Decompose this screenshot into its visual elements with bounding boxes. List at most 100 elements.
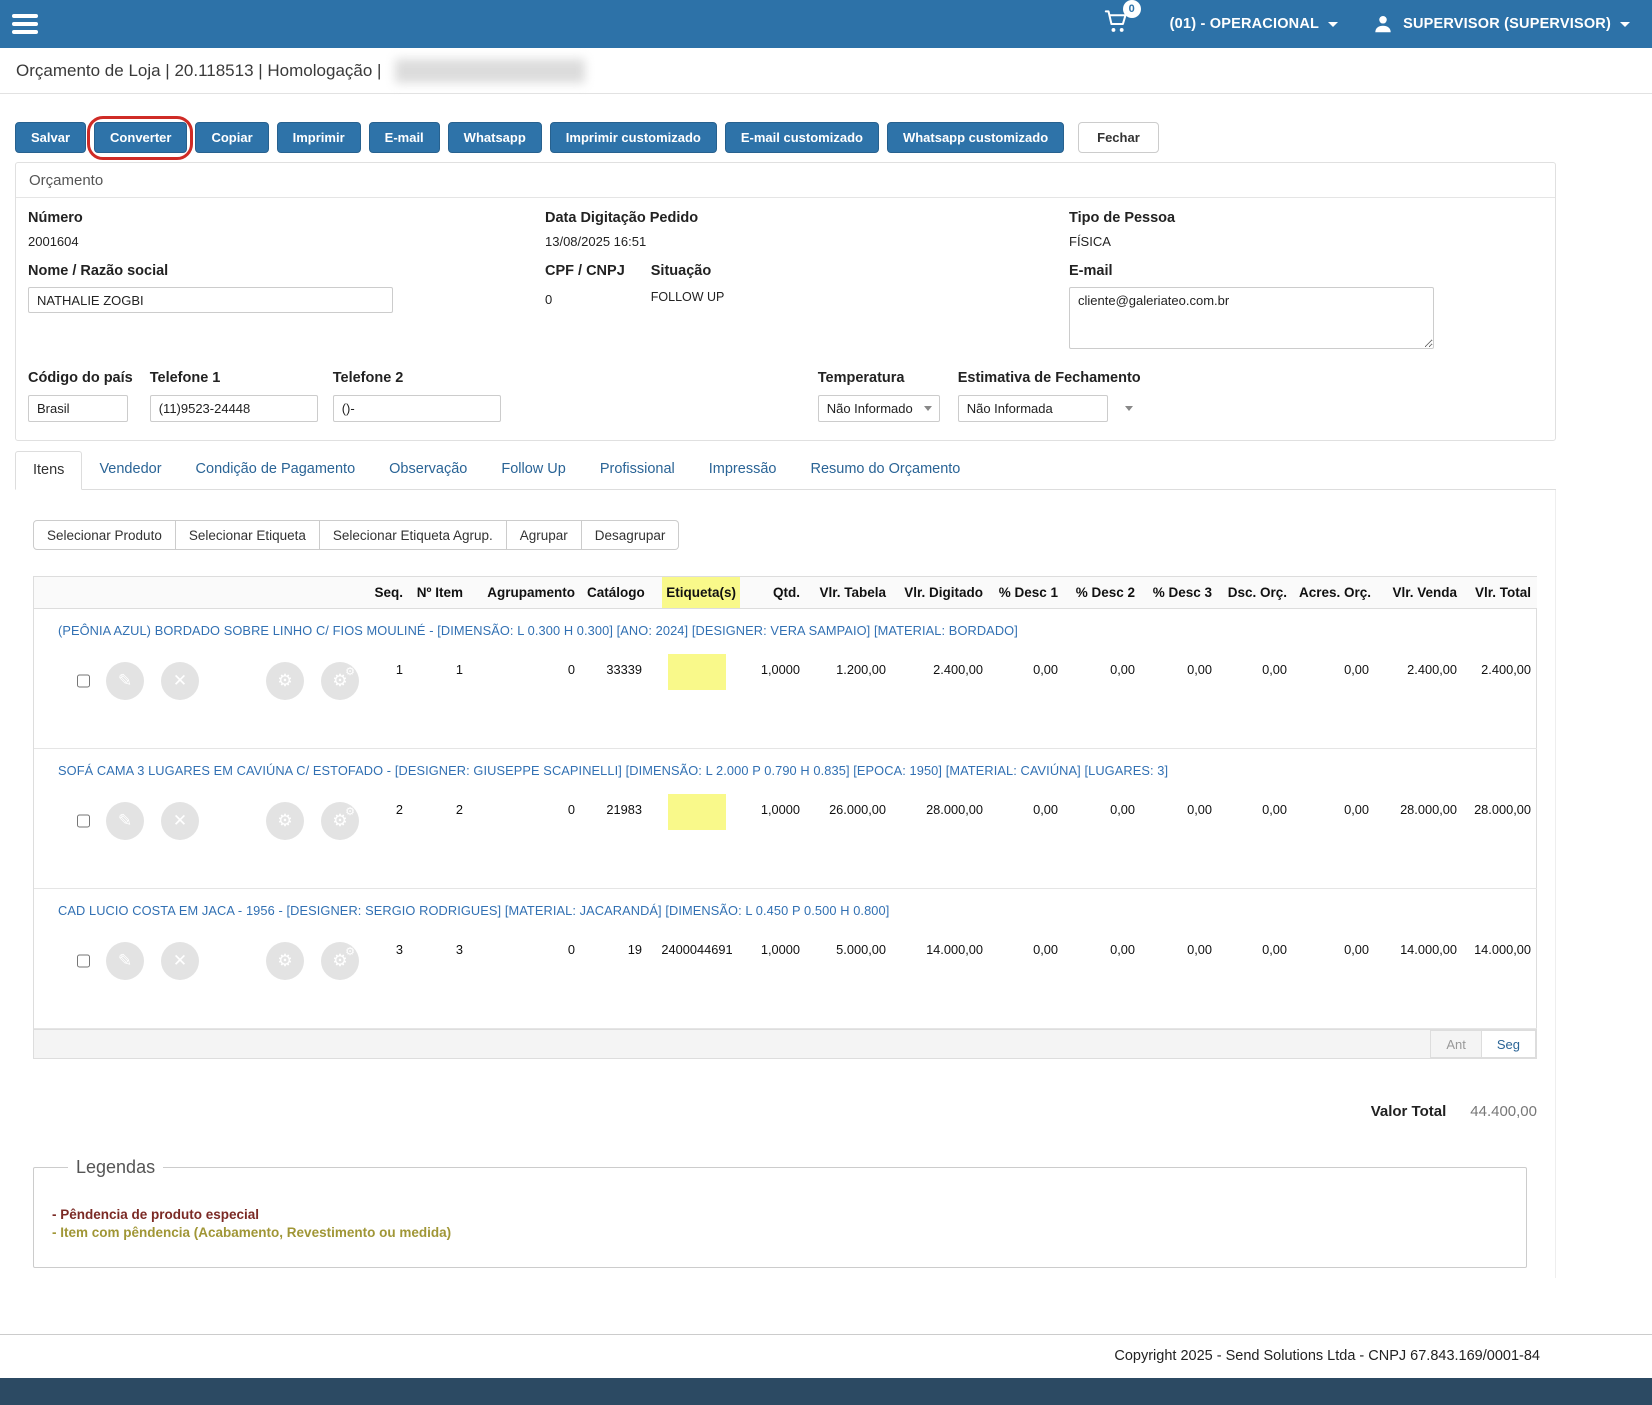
order-col-2: Data Digitação Pedido 13/08/2025 16:51 C…: [545, 210, 1069, 354]
copyright-text: Copyright 2025 - Send Solutions Ltda - C…: [0, 1334, 1652, 1378]
tab-observacao[interactable]: Observação: [372, 451, 484, 489]
cell-catalogo: 21983: [581, 784, 648, 889]
header-acres-orc: Acres. Orç.: [1293, 577, 1375, 609]
telefone2-input[interactable]: [333, 395, 501, 422]
cell-acres-orc: 0,00: [1293, 924, 1375, 1029]
row-select-checkbox[interactable]: [77, 673, 90, 689]
menu-icon[interactable]: [10, 12, 40, 36]
situacao-value: FOLLOW UP: [651, 290, 725, 304]
situacao-label: Situação: [651, 263, 725, 279]
header-desc1: % Desc 1: [989, 577, 1064, 609]
product-description-link[interactable]: SOFÁ CAMA 3 LUGARES EM CAVIÚNA C/ ESTOFA…: [58, 763, 1168, 778]
row-select-checkbox[interactable]: [77, 813, 90, 829]
gear-icon[interactable]: ⚙: [266, 662, 304, 700]
selecionar-etiqueta-agrup-button[interactable]: Selecionar Etiqueta Agrup.: [320, 520, 507, 550]
row-select-checkbox[interactable]: [77, 953, 90, 969]
delete-icon[interactable]: ✕: [161, 802, 199, 840]
tab-condicao-pagamento[interactable]: Condição de Pagamento: [179, 451, 373, 489]
tab-impressao[interactable]: Impressão: [692, 451, 794, 489]
cell-dsc-orc: 0,00: [1218, 644, 1293, 749]
selecionar-produto-button[interactable]: Selecionar Produto: [33, 520, 176, 550]
header-controls: [34, 577, 364, 609]
salvar-button[interactable]: Salvar: [15, 122, 86, 153]
gear-icon[interactable]: ⚙: [266, 942, 304, 980]
situacao-group: Situação FOLLOW UP: [651, 263, 725, 321]
tab-resumo-orcamento[interactable]: Resumo do Orçamento: [793, 451, 977, 489]
tab-bar: Itens Vendedor Condição de Pagamento Obs…: [15, 451, 1556, 490]
tab-follow-up[interactable]: Follow Up: [484, 451, 582, 489]
redacted-text: [395, 59, 585, 83]
item-row-group: SOFÁ CAMA 3 LUGARES EM CAVIÚNA C/ ESTOFA…: [34, 749, 1537, 889]
imprimir-customizado-button[interactable]: Imprimir customizado: [550, 122, 717, 153]
product-description-link[interactable]: CAD LUCIO COSTA EM JACA - 1956 - [DESIGN…: [58, 903, 889, 918]
legend-item-produto-especial: - Pêndencia de produto especial: [52, 1207, 1510, 1222]
telefone1-input[interactable]: [150, 395, 318, 422]
header-qtd: Qtd.: [746, 577, 806, 609]
product-description-link[interactable]: (PEÔNIA AZUL) BORDADO SOBRE LINHO C/ FIO…: [58, 623, 1018, 638]
cell-desc2: 0,00: [1064, 784, 1141, 889]
estimativa-select[interactable]: Não Informada: [958, 395, 1108, 422]
desagrupar-button[interactable]: Desagrupar: [582, 520, 680, 550]
header-seq: Seq.: [364, 577, 409, 609]
email-customizado-button[interactable]: E-mail customizado: [725, 122, 879, 153]
cell-vlr-digitado: 28.000,00: [892, 784, 989, 889]
cell-seq: 1: [364, 644, 409, 749]
cell-desc2: 0,00: [1064, 644, 1141, 749]
numero-label: Número: [28, 210, 545, 226]
delete-icon[interactable]: ✕: [161, 662, 199, 700]
tab-profissional[interactable]: Profissional: [583, 451, 692, 489]
header-desc2: % Desc 2: [1064, 577, 1141, 609]
tipo-pessoa-value: FÍSICA: [1069, 234, 1543, 249]
order-col-3: Tipo de Pessoa FÍSICA E-mail cliente@gal…: [1069, 210, 1543, 354]
cell-acres-orc: 0,00: [1293, 644, 1375, 749]
whatsapp-button[interactable]: Whatsapp: [448, 122, 542, 153]
gears-icon[interactable]: ⚙⚙: [321, 942, 359, 980]
gear-icon[interactable]: ⚙: [266, 802, 304, 840]
cart-button[interactable]: 0: [1103, 8, 1130, 40]
temperatura-select[interactable]: Não Informado: [818, 395, 940, 422]
gears-icon[interactable]: ⚙⚙: [321, 662, 359, 700]
pagination-prev-button[interactable]: Ant: [1430, 1030, 1481, 1058]
cell-vlr-tabela: 5.000,00: [806, 924, 892, 1029]
pais-input[interactable]: [28, 395, 128, 422]
copiar-button[interactable]: Copiar: [195, 122, 268, 153]
cell-agrupamento: 0: [469, 924, 581, 1029]
item-description-row: (PEÔNIA AZUL) BORDADO SOBRE LINHO C/ FIO…: [34, 609, 1537, 645]
user-menu[interactable]: SUPERVISOR (SUPERVISOR): [1372, 13, 1630, 35]
fechar-button[interactable]: Fechar: [1078, 122, 1159, 153]
breadcrumb: Orçamento de Loja | 20.118513 | Homologa…: [16, 61, 381, 81]
whatsapp-customizado-button[interactable]: Whatsapp customizado: [887, 122, 1064, 153]
tab-itens[interactable]: Itens: [15, 451, 82, 490]
numero-value: 2001604: [28, 234, 545, 249]
chevron-down-icon: [1620, 22, 1630, 27]
header-vlr-tabela: Vlr. Tabela: [806, 577, 892, 609]
converter-button[interactable]: Converter: [94, 122, 187, 153]
cell-vlr-total: 28.000,00: [1463, 784, 1537, 889]
email-button[interactable]: E-mail: [369, 122, 440, 153]
nome-input[interactable]: [28, 287, 393, 313]
branch-menu[interactable]: (01) - OPERACIONAL: [1170, 16, 1338, 32]
edit-icon[interactable]: ✎: [106, 942, 144, 980]
totals-row: Valor Total44.400,00: [33, 1103, 1537, 1121]
agrupar-button[interactable]: Agrupar: [507, 520, 582, 550]
header-etiqueta: Etiqueta(s): [648, 577, 746, 609]
cart-badge: 0: [1123, 0, 1141, 18]
pagination-next-button[interactable]: Seg: [1481, 1030, 1536, 1058]
cell-seq: 3: [364, 924, 409, 1029]
email-textarea[interactable]: cliente@galeriateo.com.br: [1069, 287, 1434, 349]
imprimir-button[interactable]: Imprimir: [277, 122, 361, 153]
footer-bar: [0, 1378, 1652, 1405]
user-label: SUPERVISOR (SUPERVISOR): [1403, 16, 1611, 32]
cell-n-item: 2: [409, 784, 469, 889]
cell-desc1: 0,00: [989, 784, 1064, 889]
edit-icon[interactable]: ✎: [106, 802, 144, 840]
cell-desc1: 0,00: [989, 924, 1064, 1029]
cell-agrupamento: 0: [469, 644, 581, 749]
item-description-row: CAD LUCIO COSTA EM JACA - 1956 - [DESIGN…: [34, 889, 1537, 925]
action-toolbar: Salvar Converter Copiar Imprimir E-mail …: [15, 122, 1652, 153]
selecionar-etiqueta-button[interactable]: Selecionar Etiqueta: [176, 520, 320, 550]
tab-vendedor[interactable]: Vendedor: [82, 451, 178, 489]
gears-icon[interactable]: ⚙⚙: [321, 802, 359, 840]
delete-icon[interactable]: ✕: [161, 942, 199, 980]
edit-icon[interactable]: ✎: [106, 662, 144, 700]
